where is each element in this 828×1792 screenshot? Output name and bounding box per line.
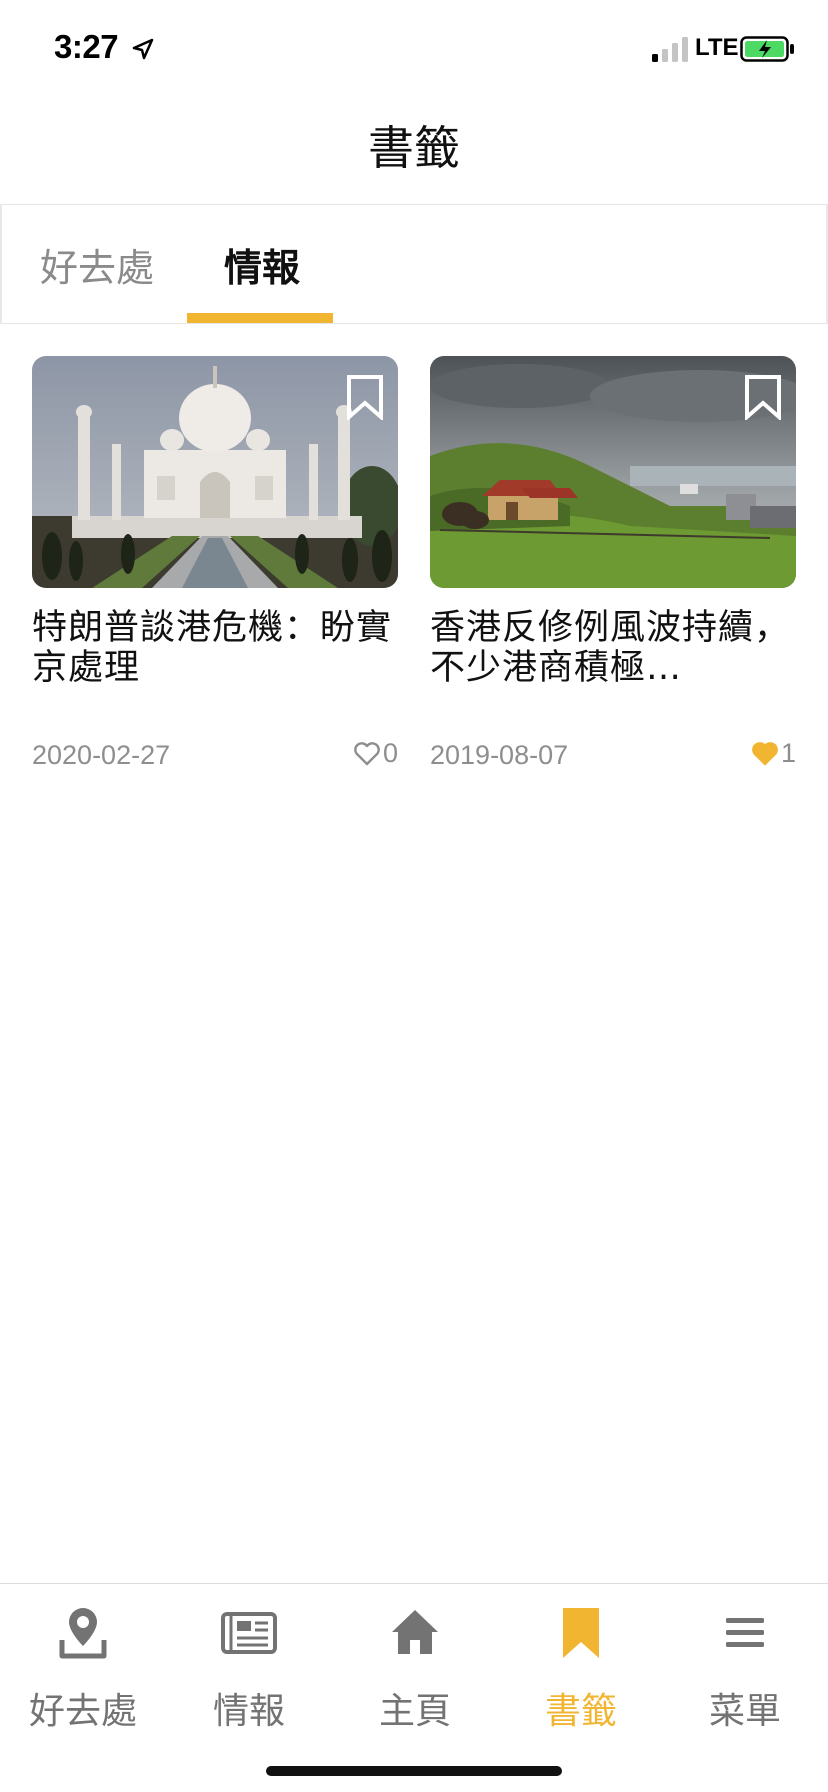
news-card[interactable]: 香港反修例風波持續，不少港商積極… 2019-08-07 1	[430, 356, 796, 778]
bookmark-outline-icon[interactable]	[744, 374, 782, 420]
status-time: 3:27	[54, 28, 119, 65]
bottom-nav: 好去處 情報 主頁 書籤 菜單	[0, 1583, 828, 1792]
heart-outline-icon	[354, 741, 380, 765]
home-indicator[interactable]	[266, 1766, 562, 1776]
battery-charging-icon	[740, 36, 794, 62]
heart-filled-icon	[752, 741, 778, 765]
tab-bar: 好去處 情報	[0, 204, 828, 324]
card-footer: 2020-02-27 0	[32, 738, 398, 778]
nav-item-home[interactable]: 主頁	[332, 1604, 498, 1734]
nav-label: 主頁	[378, 1691, 451, 1732]
status-bar: 3:27 LTE	[0, 0, 828, 100]
active-tab-indicator	[187, 313, 333, 323]
card-footer: 2019-08-07 1	[430, 738, 796, 778]
signal-icon	[652, 37, 688, 62]
taj-mahal-photo[interactable]	[32, 356, 398, 588]
like-button[interactable]: 1	[751, 738, 796, 769]
card-title[interactable]: 特朗普談港危機：盼實京處理	[32, 608, 398, 688]
nav-label: 好去處	[28, 1691, 137, 1732]
newspaper-icon	[221, 1612, 277, 1654]
green-hillside-farm-photo[interactable]	[430, 356, 796, 588]
location-pin-icon	[59, 1608, 107, 1659]
nav-item-news[interactable]: 情報	[166, 1604, 332, 1734]
nav-label: 書籤	[544, 1691, 617, 1732]
location-arrow-icon	[132, 38, 154, 60]
bookmark-outline-icon[interactable]	[346, 374, 384, 420]
news-card[interactable]: 特朗普談港危機：盼實京處理 2020-02-27 0	[32, 356, 398, 778]
bookmark-icon	[563, 1608, 599, 1658]
tab-places[interactable]: 好去處	[40, 237, 154, 292]
carrier-label: LTE	[695, 34, 739, 61]
nav-item-menu[interactable]: 菜單	[662, 1604, 828, 1734]
card-date: 2019-08-07	[430, 740, 569, 770]
tab-news[interactable]: 情報	[224, 237, 300, 292]
home-icon	[392, 1610, 438, 1654]
like-count: 0	[382, 738, 398, 768]
nav-item-places[interactable]: 好去處	[0, 1604, 166, 1734]
menu-icon	[726, 1618, 764, 1647]
page-title: 書籤	[368, 121, 460, 175]
like-count: 1	[780, 738, 796, 768]
card-title[interactable]: 香港反修例風波持續，不少港商積極…	[430, 608, 796, 688]
nav-label: 情報	[212, 1691, 285, 1732]
like-button[interactable]: 0	[353, 738, 398, 769]
card-date: 2020-02-27	[32, 740, 171, 770]
nav-label: 菜單	[708, 1691, 781, 1732]
nav-item-bookmarks[interactable]: 書籤	[498, 1604, 664, 1734]
